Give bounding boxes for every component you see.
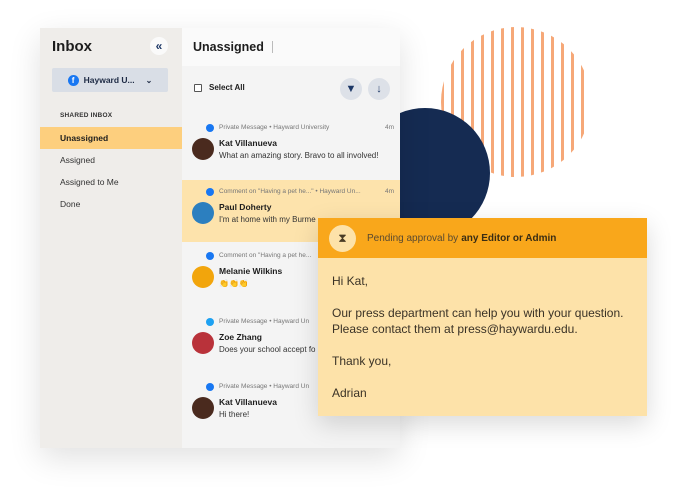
avatar xyxy=(192,138,214,160)
avatar xyxy=(192,397,214,419)
avatar xyxy=(192,266,214,288)
avatar xyxy=(192,202,214,224)
message-meta: Comment on "Having a pet he... xyxy=(219,252,312,259)
approval-card: ⧗ Pending approval by any Editor or Admi… xyxy=(318,218,647,416)
message-preview: I'm at home with my Burme xyxy=(219,215,316,224)
sidebar: Inbox « f Hayward U... ⌄ SHARED INBOX Un… xyxy=(40,28,182,448)
account-label: Hayward U... xyxy=(83,75,135,85)
sidebar-item-assigned[interactable]: Assigned xyxy=(40,149,182,171)
list-header: Unassigned xyxy=(182,28,400,66)
message-time: 4m xyxy=(384,124,394,131)
hourglass-icon: ⧗ xyxy=(329,224,356,252)
signature: Adrian xyxy=(332,386,367,400)
sender-name: Melanie Wilkins xyxy=(219,266,283,276)
body-text: Our press department can help you with y… xyxy=(332,305,633,337)
message-item[interactable]: Private Message • Hayward University 4m … xyxy=(182,116,400,178)
message-preview: 👏👏👏 xyxy=(219,279,249,288)
messenger-icon xyxy=(206,252,214,260)
message-preview: What an amazing story. Bravo to all invo… xyxy=(219,151,379,160)
list-title: Unassigned xyxy=(193,40,264,54)
select-all-checkbox[interactable] xyxy=(194,83,202,92)
select-all-label: Select All xyxy=(209,83,245,92)
greeting: Hi Kat, xyxy=(332,274,369,288)
sidebar-item-done[interactable]: Done xyxy=(40,193,182,215)
filter-button[interactable]: ▼ xyxy=(340,78,362,100)
sidebar-title: Inbox xyxy=(52,38,92,55)
select-all[interactable]: Select All xyxy=(194,83,245,92)
account-selector[interactable]: f Hayward U... ⌄ xyxy=(52,68,168,92)
arrow-down-icon: ↓ xyxy=(376,83,382,95)
collapse-sidebar-icon[interactable]: « xyxy=(150,37,168,55)
closing: Thank you, xyxy=(332,354,392,368)
message-preview: Does your school accept fo xyxy=(219,345,316,354)
messenger-icon xyxy=(206,383,214,391)
facebook-icon: f xyxy=(67,74,79,86)
message-meta: Private Message • Hayward Un xyxy=(219,318,310,325)
avatar xyxy=(192,332,214,354)
sidebar-item-unassigned[interactable]: Unassigned xyxy=(40,127,182,149)
sort-button[interactable]: ↓ xyxy=(368,78,390,100)
messenger-icon xyxy=(206,188,214,196)
message-meta: Comment on "Having a pet he..." • Haywar… xyxy=(219,188,361,195)
sender-name: Kat Villanueva xyxy=(219,397,277,407)
status-approvers: any Editor or Admin xyxy=(461,232,557,244)
sender-name: Paul Doherty xyxy=(219,202,272,212)
message-meta: Private Message • Hayward Un xyxy=(219,383,310,390)
messenger-icon xyxy=(206,124,214,132)
sender-name: Zoe Zhang xyxy=(219,332,262,342)
sidebar-item-assigned-to-me[interactable]: Assigned to Me xyxy=(40,171,182,193)
filter-icon: ▼ xyxy=(345,83,357,95)
approval-status-bar: ⧗ Pending approval by any Editor or Admi… xyxy=(318,218,647,258)
body-line: Please contact them at press@haywardu.ed… xyxy=(332,322,578,336)
message-time: 4m xyxy=(384,188,394,195)
body-line: Our press department can help you with y… xyxy=(332,306,624,320)
status-prefix: Pending approval by xyxy=(367,232,459,244)
chevron-down-icon: ⌄ xyxy=(145,75,153,85)
sender-name: Kat Villanueva xyxy=(219,138,277,148)
message-preview: Hi there! xyxy=(219,410,250,419)
list-toolbar: Select All ▼ ↓ xyxy=(182,78,400,100)
section-label: SHARED INBOX xyxy=(60,112,113,119)
message-meta: Private Message • Hayward University xyxy=(219,124,330,131)
divider xyxy=(271,41,273,53)
twitter-icon xyxy=(206,318,214,326)
reply-body: Hi Kat, Our press department can help yo… xyxy=(318,258,647,432)
